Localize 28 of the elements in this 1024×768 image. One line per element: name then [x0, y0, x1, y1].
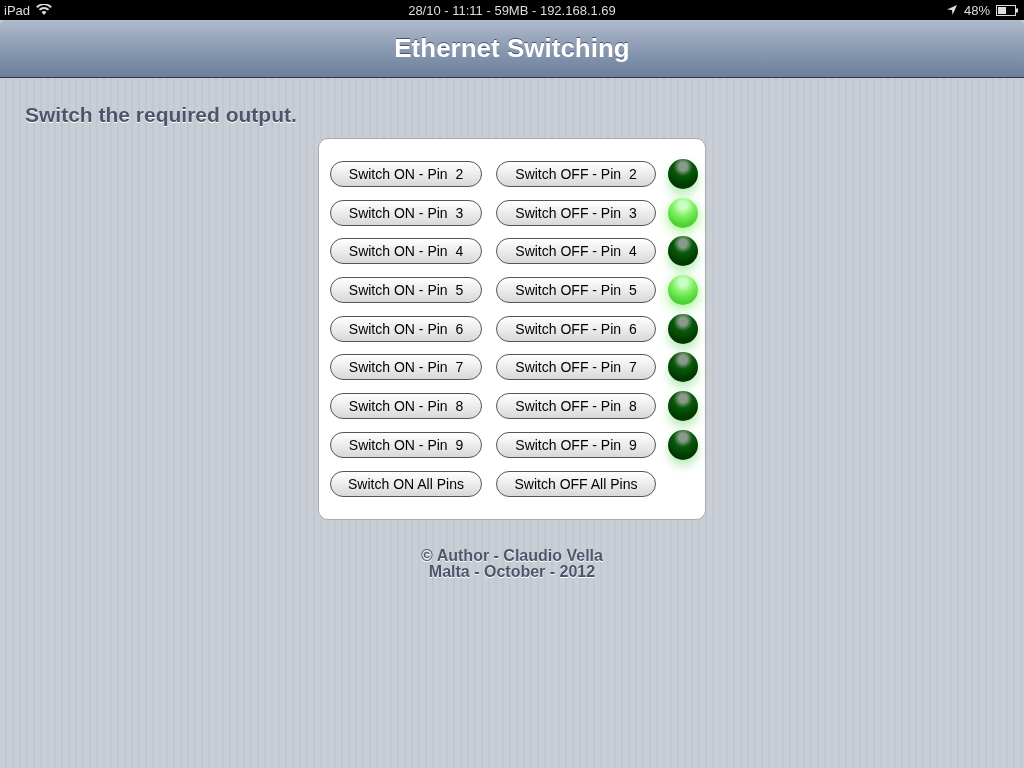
switch-on-button[interactable]: Switch ON - Pin 8: [330, 393, 482, 420]
switch-off-button[interactable]: Switch OFF - Pin 4: [496, 238, 656, 265]
switch-on-button[interactable]: Switch ON - Pin 4: [330, 238, 482, 265]
switch-on-button[interactable]: Switch ON - Pin 7: [330, 354, 482, 381]
switch-on-button[interactable]: Switch ON - Pin 3: [330, 199, 482, 226]
wifi-icon: [36, 4, 53, 16]
switch-all-off-button[interactable]: Switch OFF All Pins: [496, 470, 656, 497]
switch-off-button[interactable]: Switch OFF - Pin 5: [496, 277, 656, 304]
switch-on-button[interactable]: Switch ON - Pin 5: [330, 277, 482, 304]
page-title: Ethernet Switching: [394, 33, 630, 64]
battery-icon: [996, 4, 1018, 16]
switch-on-button[interactable]: Switch ON - Pin 9: [330, 431, 482, 458]
switch-off-button[interactable]: Switch OFF - Pin 2: [496, 161, 656, 187]
switch-all-on-button[interactable]: Switch ON All Pins: [330, 470, 482, 497]
switch-off-button[interactable]: Switch OFF - Pin 8: [496, 393, 656, 420]
switch-off-button[interactable]: Switch OFF - Pin 9: [496, 431, 656, 458]
status-text: 28/10 - 11:11 - 59MB - 192.168.1.69: [408, 2, 616, 18]
switch-off-button[interactable]: Switch OFF - Pin 3: [496, 199, 656, 226]
location-arrow-icon: [945, 4, 958, 16]
switch-off-button[interactable]: Switch OFF - Pin 7: [496, 354, 656, 381]
switch-on-button[interactable]: Switch ON - Pin 2: [330, 161, 482, 187]
device-name: iPad: [4, 2, 31, 18]
footer-text: Malta - October - 2012: [427, 564, 597, 580]
switch-off-button[interactable]: Switch OFF - Pin 6: [496, 315, 656, 342]
instruction-text: Switch the required output.: [25, 103, 297, 127]
switch-on-button[interactable]: Switch ON - Pin 6: [330, 315, 482, 342]
battery-percentage: 48%: [963, 2, 990, 18]
footer-text: © Author - Claudio Vella: [421, 548, 603, 564]
